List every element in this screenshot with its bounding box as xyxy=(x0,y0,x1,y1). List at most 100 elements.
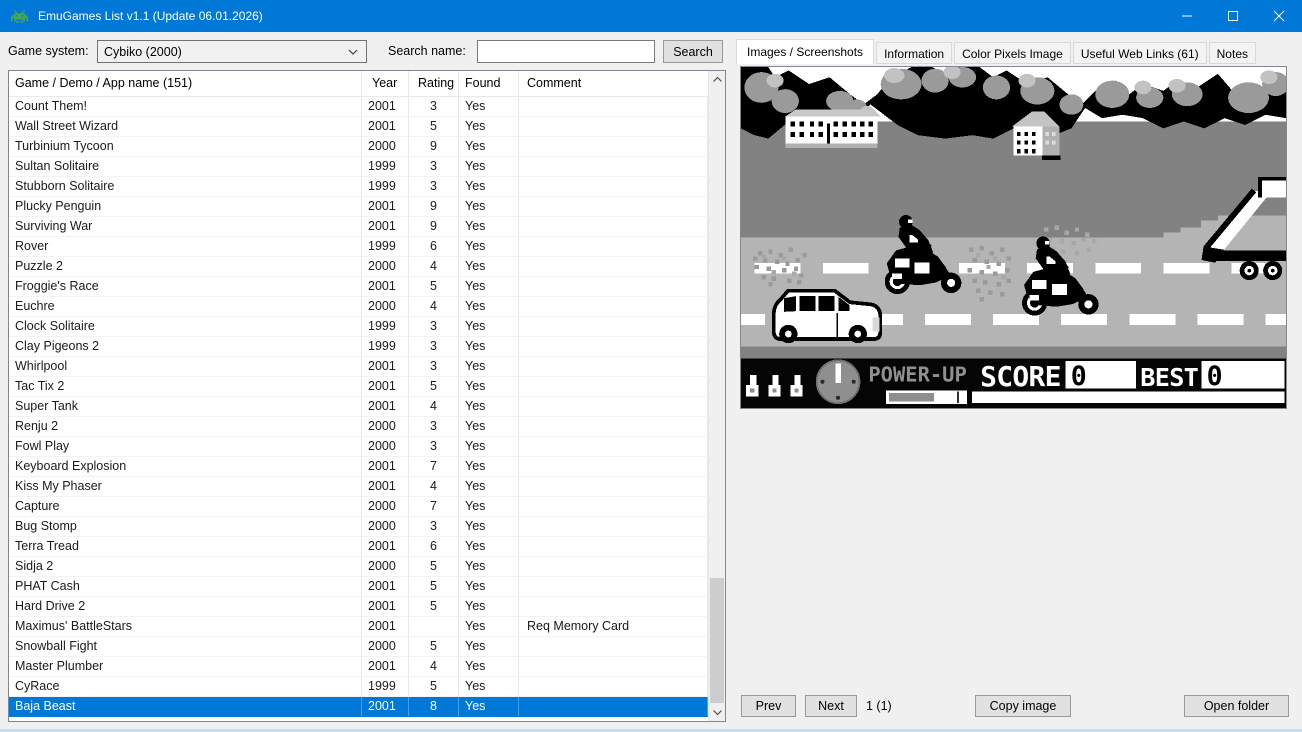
minimize-button[interactable] xyxy=(1164,0,1210,32)
cell-found: Yes xyxy=(459,117,519,136)
cell-found: Yes xyxy=(459,437,519,456)
table-row[interactable]: Maximus' BattleStars 2001 Yes Req Memory… xyxy=(9,617,708,637)
cell-comment xyxy=(519,237,708,256)
cell-year: 2001 xyxy=(362,537,409,556)
close-button[interactable] xyxy=(1256,0,1302,32)
table-row[interactable]: Whirlpool 2001 3 Yes xyxy=(9,357,708,377)
hud-best-value: 0 xyxy=(1207,361,1223,392)
cell-year: 2001 xyxy=(362,197,409,216)
cell-rating: 6 xyxy=(409,537,459,556)
table-row[interactable]: Euchre 2000 4 Yes xyxy=(9,297,708,317)
column-header-name[interactable]: Game / Demo / App name (151) xyxy=(9,71,362,96)
tab-item[interactable]: Color Pixels Image xyxy=(954,42,1071,64)
column-header-found[interactable]: Found xyxy=(459,71,519,96)
table-row[interactable]: Wall Street Wizard 2001 5 Yes xyxy=(9,117,708,137)
table-row[interactable]: Count Them! 2001 3 Yes xyxy=(9,97,708,117)
table-row[interactable]: CyRace 1999 5 Yes xyxy=(9,677,708,697)
cell-rating: 8 xyxy=(409,697,459,716)
column-header-comment[interactable]: Comment xyxy=(519,71,725,96)
cell-name: Surviving War xyxy=(9,217,362,236)
table-row[interactable]: Kiss My Phaser 2001 4 Yes xyxy=(9,477,708,497)
cell-comment xyxy=(519,537,708,556)
table-row[interactable]: PHAT Cash 2001 5 Yes xyxy=(9,577,708,597)
table-row[interactable]: Rover 1999 6 Yes xyxy=(9,237,708,257)
table-header: Game / Demo / App name (151) Year Rating… xyxy=(9,71,725,97)
cell-comment xyxy=(519,177,708,196)
table-scrollbar[interactable] xyxy=(708,71,725,721)
column-header-rating[interactable]: Rating xyxy=(409,71,459,96)
hud-clock-icon xyxy=(815,359,861,405)
cell-found: Yes xyxy=(459,417,519,436)
cell-rating: 3 xyxy=(409,437,459,456)
tab-item[interactable]: Information xyxy=(876,42,953,64)
cell-rating: 3 xyxy=(409,357,459,376)
cell-year: 2000 xyxy=(362,437,409,456)
road-shoulder xyxy=(741,346,1286,359)
table-row[interactable]: Hard Drive 2 2001 5 Yes xyxy=(9,597,708,617)
tab-item[interactable]: Images / Screenshots xyxy=(736,39,875,64)
copy-image-button[interactable]: Copy image xyxy=(975,695,1071,717)
cell-comment xyxy=(519,377,708,396)
cell-comment xyxy=(519,217,708,236)
table-row[interactable]: Tac Tix 2 2001 5 Yes xyxy=(9,377,708,397)
hud-best-label: BEST xyxy=(1140,363,1198,392)
table-row[interactable]: Snowball Fight 2000 5 Yes xyxy=(9,637,708,657)
table-row[interactable]: Baja Beast 2001 8 Yes xyxy=(9,697,708,717)
cell-found: Yes xyxy=(459,97,519,116)
table-row[interactable]: Sultan Solitaire 1999 3 Yes xyxy=(9,157,708,177)
scrollbar-thumb[interactable] xyxy=(710,578,724,703)
cell-name: Whirlpool xyxy=(9,357,362,376)
table-row[interactable]: Puzzle 2 2000 4 Yes xyxy=(9,257,708,277)
table-row[interactable]: Turbinium Tycoon 2000 9 Yes xyxy=(9,137,708,157)
table-row[interactable]: Master Plumber 2001 4 Yes xyxy=(9,657,708,677)
cell-comment xyxy=(519,157,708,176)
table-row[interactable]: Capture 2000 7 Yes xyxy=(9,497,708,517)
table-row[interactable]: Fowl Play 2000 3 Yes xyxy=(9,437,708,457)
cell-comment xyxy=(519,697,708,716)
cell-rating: 9 xyxy=(409,217,459,236)
table-row[interactable]: Stubborn Solitaire 1999 3 Yes xyxy=(9,177,708,197)
table-row[interactable]: Renju 2 2000 3 Yes xyxy=(9,417,708,437)
search-name-label: Search name: xyxy=(388,44,466,58)
cell-comment xyxy=(519,397,708,416)
table-row[interactable]: Froggie's Race 2001 5 Yes xyxy=(9,277,708,297)
table-row[interactable]: Clay Pigeons 2 1999 3 Yes xyxy=(9,337,708,357)
cell-found: Yes xyxy=(459,557,519,576)
cell-rating: 7 xyxy=(409,457,459,476)
cell-rating: 4 xyxy=(409,477,459,496)
cell-found: Yes xyxy=(459,157,519,176)
prev-button[interactable]: Prev xyxy=(741,695,796,717)
cell-rating: 3 xyxy=(409,177,459,196)
table-row[interactable]: Super Tank 2001 4 Yes xyxy=(9,397,708,417)
game-system-select[interactable]: Cybiko (2000) xyxy=(97,40,367,63)
table-row[interactable]: Bug Stomp 2000 3 Yes xyxy=(9,517,708,537)
cell-found: Yes xyxy=(459,617,519,636)
maximize-button[interactable] xyxy=(1210,0,1256,32)
cell-year: 2000 xyxy=(362,637,409,656)
cell-rating: 3 xyxy=(409,517,459,536)
open-folder-button[interactable]: Open folder xyxy=(1184,695,1289,717)
hud-score-value: 0 xyxy=(1071,361,1087,392)
table-row[interactable]: Surviving War 2001 9 Yes xyxy=(9,217,708,237)
table-row[interactable]: Plucky Penguin 2001 9 Yes xyxy=(9,197,708,217)
scroll-up-icon[interactable] xyxy=(709,71,725,88)
table-row[interactable]: Terra Tread 2001 6 Yes xyxy=(9,537,708,557)
next-button[interactable]: Next xyxy=(805,695,857,717)
cell-year: 2001 xyxy=(362,357,409,376)
column-header-year[interactable]: Year xyxy=(362,71,409,96)
cell-name: Master Plumber xyxy=(9,657,362,676)
cell-found: Yes xyxy=(459,597,519,616)
search-input[interactable] xyxy=(477,40,655,63)
tab-item[interactable]: Useful Web Links (61) xyxy=(1072,42,1207,64)
table-body: Count Them! 2001 3 Yes Wall Street Wizar… xyxy=(9,97,708,721)
cell-rating: 4 xyxy=(409,397,459,416)
table-row[interactable]: Sidja 2 2000 5 Yes xyxy=(9,557,708,577)
table-row[interactable]: Clock Solitaire 1999 3 Yes xyxy=(9,317,708,337)
search-button[interactable]: Search xyxy=(663,40,723,63)
cell-name: Keyboard Explosion xyxy=(9,457,362,476)
tab-item[interactable]: Notes xyxy=(1208,42,1256,64)
cell-name: Super Tank xyxy=(9,397,362,416)
scroll-down-icon[interactable] xyxy=(709,704,725,721)
table-row[interactable]: Keyboard Explosion 2001 7 Yes xyxy=(9,457,708,477)
cell-rating: 5 xyxy=(409,597,459,616)
